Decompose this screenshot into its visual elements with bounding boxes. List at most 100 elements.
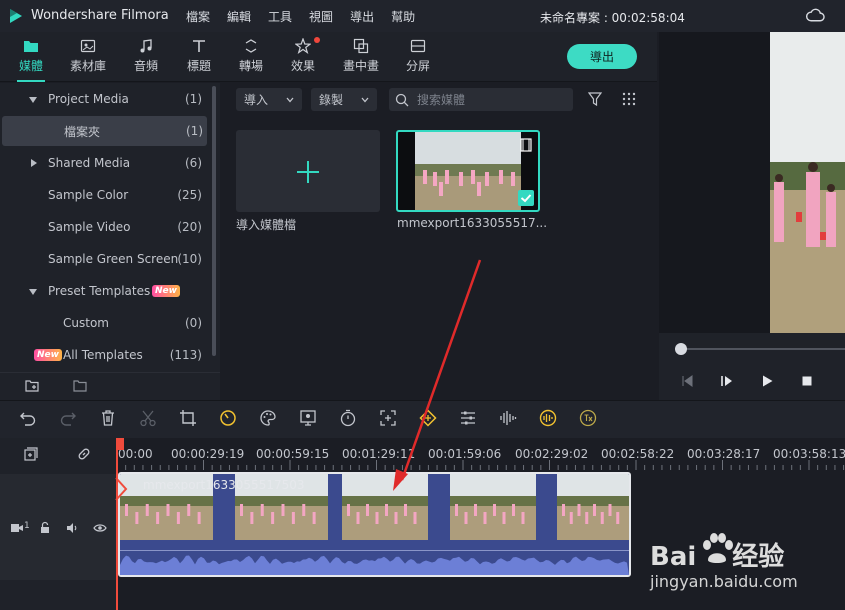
tab-transitions[interactable]: 轉場 xyxy=(238,32,264,82)
timer-icon[interactable] xyxy=(339,409,357,427)
tree-item-custom[interactable]: Custom (0) xyxy=(0,308,208,338)
preview-video xyxy=(770,32,845,333)
stop-icon[interactable] xyxy=(800,374,814,388)
tick-label: 00:03:28:17 xyxy=(687,447,761,461)
tab-effects[interactable]: 效果 xyxy=(290,32,320,82)
adjust-icon[interactable] xyxy=(459,409,477,427)
scrub-handle[interactable] xyxy=(675,343,687,355)
delete-icon[interactable] xyxy=(99,409,117,427)
crop-icon[interactable] xyxy=(179,409,197,427)
expand-arrow-icon[interactable] xyxy=(29,289,37,295)
keyframe-icon[interactable] xyxy=(419,409,437,427)
grid-view-icon[interactable] xyxy=(622,92,636,106)
tab-split-screen[interactable]: 分屏 xyxy=(405,32,431,82)
redo-icon[interactable] xyxy=(59,409,77,427)
speed-icon[interactable] xyxy=(219,409,237,427)
audio-ducking-icon[interactable] xyxy=(539,409,557,427)
media-clip-thumbnail[interactable] xyxy=(396,130,540,212)
speech-to-text-icon[interactable] xyxy=(579,409,597,427)
tick-label: 00:01:29:11 xyxy=(342,447,416,461)
menu-file[interactable]: 檔案 xyxy=(186,8,210,25)
tree-item-sample-green-screen[interactable]: Sample Green Screen (10) xyxy=(0,244,208,274)
tab-audio[interactable]: 音頻 xyxy=(133,32,159,82)
track-number: 1 xyxy=(24,521,30,531)
fit-frame-icon[interactable] xyxy=(379,409,397,427)
plus-icon xyxy=(297,161,319,183)
video-track-icon xyxy=(11,524,23,532)
green-screen-icon[interactable] xyxy=(299,409,317,427)
media-tree-panel: Project Media (1) 檔案夾 (1) Shared Media (… xyxy=(0,83,220,372)
filter-icon[interactable] xyxy=(588,92,602,106)
new-badge: New xyxy=(152,285,180,297)
scrub-track[interactable] xyxy=(680,348,845,350)
import-media-tile[interactable] xyxy=(236,130,380,212)
link-icon[interactable] xyxy=(77,447,91,461)
tab-picture-in-picture[interactable]: 畫中畫 xyxy=(342,32,380,82)
menu-help[interactable]: 幫助 xyxy=(391,8,415,25)
record-dropdown[interactable]: 錄製 xyxy=(311,88,377,111)
title-bar: Wondershare Filmora 檔案 編輯 工具 視圖 導出 幫助 未命… xyxy=(0,0,845,32)
watermark-url: jingyan.baidu.com xyxy=(650,572,798,591)
audio-mixer-icon[interactable] xyxy=(499,409,517,427)
film-strip-icon xyxy=(520,138,532,152)
new-folder-icon[interactable] xyxy=(25,379,39,393)
tab-library[interactable]: 素材庫 xyxy=(69,32,107,82)
filmora-logo-icon xyxy=(10,9,22,23)
collapse-arrow-icon[interactable] xyxy=(31,159,37,167)
previous-frame-icon[interactable] xyxy=(680,374,694,388)
add-track-icon[interactable] xyxy=(24,447,38,461)
transition-icon xyxy=(245,39,257,53)
cut-icon[interactable] xyxy=(139,409,157,427)
chevron-down-icon xyxy=(286,97,294,103)
track-header-panel: 1 xyxy=(0,438,117,610)
tree-item-sample-color[interactable]: Sample Color (25) xyxy=(0,180,208,210)
tick-label: 00:03:58:13 xyxy=(773,447,845,461)
expand-arrow-icon[interactable] xyxy=(29,97,37,103)
tree-item-folder[interactable]: 檔案夾 (1) xyxy=(2,116,207,146)
playback-controls xyxy=(659,333,845,400)
menu-view[interactable]: 視圖 xyxy=(309,8,333,25)
tree-item-all-templates[interactable]: New All Templates (113) xyxy=(0,340,208,370)
step-forward-icon[interactable] xyxy=(720,374,734,388)
color-palette-icon[interactable] xyxy=(259,409,277,427)
menu-export[interactable]: 導出 xyxy=(350,8,374,25)
lock-icon[interactable] xyxy=(38,521,52,535)
tick-label: 00:02:29:02 xyxy=(515,447,589,461)
import-dropdown[interactable]: 導入 xyxy=(236,88,302,111)
tab-media[interactable]: 媒體 xyxy=(17,32,45,82)
playhead[interactable] xyxy=(116,446,118,610)
check-icon xyxy=(518,190,534,206)
notification-dot xyxy=(314,37,320,43)
app-name: Wondershare Filmora xyxy=(31,8,169,23)
eye-icon[interactable] xyxy=(93,521,107,535)
cloud-icon[interactable] xyxy=(806,8,825,23)
search-icon xyxy=(395,93,409,106)
tree-item-shared-media[interactable]: Shared Media (6) xyxy=(0,148,208,178)
text-icon xyxy=(193,40,205,52)
menu-tools[interactable]: 工具 xyxy=(268,8,292,25)
speaker-icon[interactable] xyxy=(65,521,79,535)
tree-item-project-media[interactable]: Project Media (1) xyxy=(0,84,208,114)
tick-label: 00:02:58:22 xyxy=(601,447,675,461)
search-input[interactable]: 搜索媒體 xyxy=(389,88,573,111)
audio-waveform xyxy=(120,555,629,575)
tree-item-preset-templates[interactable]: Preset Templates New xyxy=(0,276,208,306)
video-track-header: 1 xyxy=(0,474,117,580)
play-icon[interactable] xyxy=(760,374,774,388)
tick-label: 00:01:59:06 xyxy=(428,447,502,461)
clip-name-label: mmexport1633055517503 xyxy=(143,478,305,492)
menu-edit[interactable]: 編輯 xyxy=(227,8,251,25)
export-button[interactable]: 導出 xyxy=(567,44,637,69)
undo-icon[interactable] xyxy=(19,409,37,427)
tree-scrollbar[interactable] xyxy=(212,86,216,356)
library-icon xyxy=(80,39,96,53)
import-tile-label: 導入媒體檔 xyxy=(236,218,297,232)
tree-item-sample-video[interactable]: Sample Video (20) xyxy=(0,212,208,242)
tree-footer xyxy=(0,372,220,400)
clip-start-marker-icon xyxy=(115,477,128,501)
tab-titles[interactable]: 標題 xyxy=(186,32,212,82)
folder-icon xyxy=(24,41,38,52)
folder-outline-icon[interactable] xyxy=(73,379,87,393)
tick-label: 00:00:59:15 xyxy=(256,447,330,461)
media-category-bar: 媒體 素材庫 音頻 標題 轉場 效果 畫中畫 分屏 xyxy=(0,32,657,82)
